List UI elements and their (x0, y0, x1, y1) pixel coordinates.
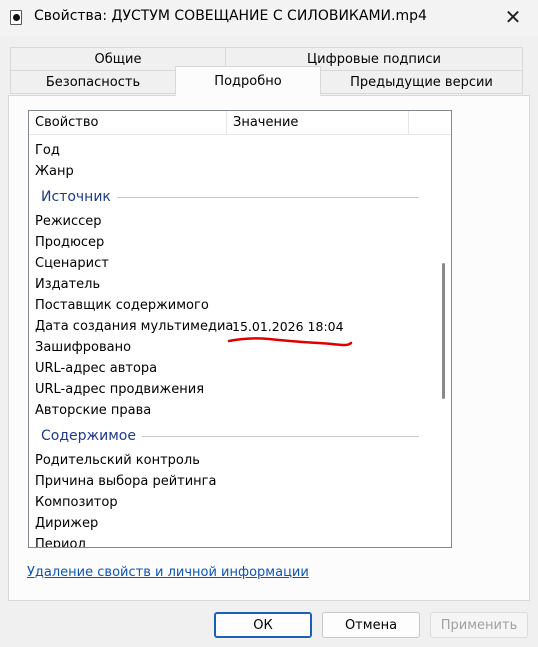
list-item-media-created[interactable]: Дата создания мультимедиа 15.01.2026 18:0… (29, 316, 439, 337)
list-item[interactable]: URL-адрес автора (29, 358, 439, 379)
list-item[interactable]: URL-адрес продвижения (29, 379, 439, 400)
tab-security[interactable]: Безопасность (10, 70, 176, 94)
property-name: Жанр (35, 164, 74, 179)
tab-details[interactable]: Подробно (175, 66, 321, 96)
list-item[interactable]: Год (29, 140, 439, 161)
list-item[interactable]: Продюсер (29, 232, 439, 253)
window-title: Свойства: ДУСТУМ СОВЕЩАНИЕ С СИЛОВИКАМИ.… (34, 8, 427, 24)
property-name: Зашифровано (35, 340, 132, 355)
property-name: Поставщик содержимого (35, 298, 209, 313)
list-header: Свойство Значение (29, 111, 451, 135)
column-header-property[interactable]: Свойство (29, 111, 227, 135)
property-name: Композитор (35, 495, 118, 510)
list-item[interactable]: Композитор (29, 492, 439, 513)
list-item[interactable]: Режиссер (29, 211, 439, 232)
list-item[interactable]: Авторские права (29, 400, 439, 421)
details-panel: Свойство Значение Исполнители Год Жанр И… (8, 95, 530, 601)
property-name: Авторские права (35, 403, 152, 418)
tab-previous-versions[interactable]: Предыдущие версии (320, 70, 523, 94)
group-source[interactable]: Источник (29, 185, 439, 209)
group-content[interactable]: Содержимое (29, 424, 439, 448)
column-header-value[interactable]: Значение (227, 111, 409, 135)
list-item[interactable]: Зашифровано (29, 337, 439, 358)
properties-list[interactable]: Свойство Значение Исполнители Год Жанр И… (28, 110, 452, 548)
ok-button[interactable]: ОК (214, 612, 312, 638)
video-file-icon (10, 10, 22, 25)
property-name: Сценарист (35, 256, 109, 271)
scrollbar-thumb[interactable] (442, 263, 445, 399)
list-item[interactable]: Поставщик содержимого (29, 295, 439, 316)
property-name: Режиссер (35, 214, 102, 229)
tab-strip: Общие Цифровые подписи Безопасность Подр… (0, 36, 538, 96)
list-item[interactable]: Издатель (29, 274, 439, 295)
apply-button[interactable]: Применить (430, 612, 528, 638)
property-name: URL-адрес автора (35, 361, 158, 376)
property-value: 15.01.2026 18:04 (232, 319, 344, 334)
remove-properties-link[interactable]: Удаление свойств и личной информации (27, 565, 309, 580)
property-name: Дата создания мультимедиа (35, 319, 234, 334)
vertical-scrollbar[interactable] (437, 135, 451, 547)
property-name: Год (35, 143, 60, 158)
list-item[interactable]: Сценарист (29, 253, 439, 274)
property-name: Дирижер (35, 516, 99, 531)
list-item[interactable]: Жанр (29, 161, 439, 182)
property-name: Продюсер (35, 235, 105, 250)
property-name: URL-адрес продвижения (35, 382, 205, 397)
list-item[interactable]: Родительский контроль (29, 450, 439, 471)
close-button[interactable]: ✕ (498, 4, 528, 30)
cancel-button[interactable]: Отмена (322, 612, 420, 638)
property-name: Период (35, 537, 87, 548)
property-name: Причина выбора рейтинга (35, 474, 217, 489)
list-item[interactable]: Дирижер (29, 513, 439, 534)
property-name: Родительский контроль (35, 453, 200, 468)
list-item-partial[interactable]: Период (29, 534, 439, 548)
group-heading: Источник (41, 185, 117, 209)
property-name: Издатель (35, 277, 101, 292)
title-bar: Свойства: ДУСТУМ СОВЕЩАНИЕ С СИЛОВИКАМИ.… (0, 0, 538, 36)
group-heading: Содержимое (41, 424, 142, 448)
list-item[interactable]: Причина выбора рейтинга (29, 471, 439, 492)
